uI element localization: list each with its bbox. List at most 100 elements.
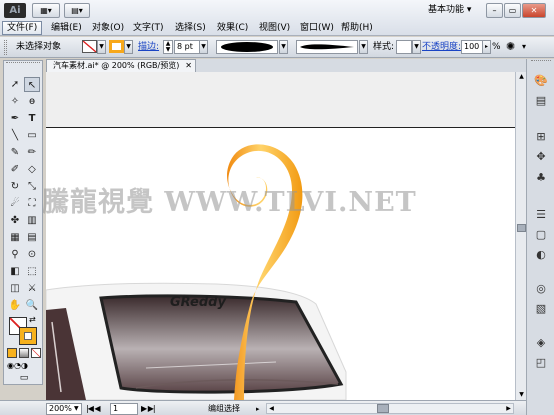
brushes-panel-icon[interactable]: ✥ — [533, 149, 549, 165]
hscrollbar-thumb[interactable] — [377, 404, 389, 413]
pen-tool-icon[interactable]: ✒ — [7, 111, 23, 126]
gradient-mode-icon[interactable] — [19, 348, 29, 358]
close-button[interactable]: ✕ — [522, 3, 546, 18]
warp-tool-icon[interactable]: ☄ — [7, 196, 23, 211]
opacity-input[interactable]: 100 — [461, 40, 483, 54]
prev-artboard-icon[interactable]: |◀ ◀ — [86, 403, 101, 415]
stroke-swatch[interactable] — [109, 40, 124, 53]
panel-menu-icon[interactable]: ▾ — [522, 40, 532, 54]
menu-type[interactable]: 文字(T) — [129, 21, 168, 35]
free-transform-tool-icon[interactable]: ⛶ — [24, 196, 40, 211]
stroke-label[interactable]: 描边: — [138, 41, 159, 53]
layers-panel-icon[interactable]: ◈ — [533, 335, 549, 351]
appearance-panel-icon[interactable]: ◎ — [533, 281, 549, 297]
menu-select[interactable]: 选择(S) — [171, 21, 210, 35]
color-mode-icon[interactable] — [7, 348, 17, 358]
symbol-sprayer-tool-icon[interactable]: ✤ — [7, 213, 23, 228]
arrange-documents-button[interactable]: ▤▾ — [64, 3, 90, 18]
rotate-tool-icon[interactable]: ↻ — [7, 179, 23, 194]
artboard-number-field[interactable]: 1 — [110, 403, 138, 415]
scroll-right-icon[interactable]: ▶ — [504, 404, 513, 413]
zoom-tool-icon[interactable]: 🔍 — [24, 298, 40, 313]
chevron-down-icon[interactable]: ▼ — [199, 40, 208, 54]
scroll-left-icon[interactable]: ◀ — [267, 404, 276, 413]
menu-object[interactable]: 对象(O) — [88, 21, 128, 35]
paintbrush-tool-icon[interactable]: ✎ — [7, 145, 23, 160]
gradient-tool-icon[interactable]: ▤ — [24, 230, 40, 245]
chevron-down-icon[interactable]: ▼ — [74, 403, 82, 415]
gradient-panel-icon[interactable]: ▢ — [533, 227, 549, 243]
scale-tool-icon[interactable]: ⤡ — [24, 179, 40, 194]
status-menu-icon[interactable]: ▸ — [256, 404, 264, 414]
live-paint-selection-tool-icon[interactable]: ⬚ — [24, 264, 40, 279]
pencil-tool-icon[interactable]: ✏ — [24, 145, 40, 160]
grip-handle[interactable] — [4, 40, 7, 55]
menu-window[interactable]: 窗口(W) — [296, 21, 338, 35]
menu-file[interactable]: 文件(F) — [2, 21, 43, 35]
line-tool-icon[interactable]: ╲ — [7, 128, 23, 143]
eyedropper-tool-icon[interactable]: ⚲ — [7, 247, 23, 262]
chevron-right-icon[interactable]: ▸ — [482, 40, 491, 54]
variable-width-profile[interactable] — [216, 40, 278, 54]
graphic-styles-panel-icon[interactable]: ▧ — [533, 301, 549, 317]
stroke-panel-icon[interactable]: ☰ — [533, 207, 549, 223]
menu-edit[interactable]: 编辑(E) — [47, 21, 86, 35]
document-tab[interactable]: 汽车素材.ai* @ 200% (RGB/预览) ✕ — [46, 59, 196, 72]
screen-mode-icon[interactable]: ▭ — [14, 373, 34, 383]
chevron-down-icon[interactable]: ▼ — [412, 40, 421, 54]
close-tab-icon[interactable]: ✕ — [185, 60, 192, 71]
workspace-switcher[interactable]: 基本功能 ▾ — [428, 3, 482, 18]
brush-definition[interactable] — [296, 40, 358, 54]
opacity-label[interactable]: 不透明度: — [422, 41, 461, 53]
bridge-button[interactable]: ▦▾ — [32, 3, 60, 18]
type-tool-icon[interactable]: T — [24, 111, 40, 126]
column-graph-tool-icon[interactable]: ▥ — [24, 213, 40, 228]
chevron-down-icon[interactable]: ▼ — [124, 40, 133, 54]
grip-handle[interactable] — [6, 62, 40, 67]
scroll-up-icon[interactable]: ▲ — [517, 72, 526, 82]
swatches-panel-icon[interactable]: ⊞ — [533, 129, 549, 145]
color-panel-icon[interactable]: 🎨 — [533, 73, 549, 89]
symbols-panel-icon[interactable]: ♣ — [533, 170, 549, 186]
menu-effect[interactable]: 效果(C) — [213, 21, 252, 35]
artboard-canvas[interactable]: GReddy — [46, 72, 515, 400]
lasso-tool-icon[interactable]: ɵ — [24, 94, 40, 109]
blob-brush-tool-icon[interactable]: ✐ — [7, 162, 23, 177]
stroke-color-box[interactable] — [19, 327, 37, 345]
transparency-panel-icon[interactable]: ◐ — [533, 247, 549, 263]
hand-tool-icon[interactable]: ✋ — [7, 298, 23, 313]
menu-view[interactable]: 视图(V) — [255, 21, 294, 35]
blend-tool-icon[interactable]: ⊙ — [24, 247, 40, 262]
live-paint-tool-icon[interactable]: ◧ — [7, 264, 23, 279]
stroke-stepper[interactable]: ▲ ▼ — [163, 40, 173, 54]
minimize-button[interactable]: – — [486, 3, 503, 18]
swap-fill-stroke-icon[interactable]: ⇄ — [29, 315, 36, 324]
selection-tool-icon[interactable]: ➚ — [7, 77, 23, 92]
chevron-down-icon[interactable]: ▼ — [279, 40, 288, 54]
mesh-tool-icon[interactable]: ▦ — [7, 230, 23, 245]
direct-selection-tool-icon[interactable]: ↖ — [24, 77, 40, 92]
chevron-down-icon[interactable]: ▼ — [359, 40, 368, 54]
color-guide-panel-icon[interactable]: ▤ — [533, 93, 549, 109]
rectangle-tool-icon[interactable]: ▭ — [24, 128, 40, 143]
vertical-scrollbar[interactable]: ▲ ▼ — [515, 72, 526, 400]
magic-wand-tool-icon[interactable]: ✧ — [7, 94, 23, 109]
slice-tool-icon[interactable]: ⚔ — [24, 281, 40, 296]
artboard-tool-icon[interactable]: ◫ — [7, 281, 23, 296]
scroll-down-icon[interactable]: ▼ — [517, 390, 526, 400]
restore-button[interactable]: ▭ — [504, 3, 521, 18]
artwork[interactable] — [46, 72, 515, 400]
none-mode-icon[interactable] — [31, 348, 41, 358]
grip-handle[interactable] — [531, 60, 551, 66]
draw-modes-icon[interactable]: ◉◔◑ — [7, 361, 41, 371]
recolor-artwork-icon[interactable]: ✺ — [506, 40, 520, 54]
horizontal-scrollbar[interactable]: ◀ ▶ — [266, 403, 514, 414]
graphic-style-swatch[interactable] — [396, 40, 412, 54]
next-artboard-icon[interactable]: ▶ ▶| — [141, 403, 156, 415]
eraser-tool-icon[interactable]: ◇ — [24, 162, 40, 177]
scrollbar-thumb[interactable] — [517, 224, 526, 232]
artboards-panel-icon[interactable]: ◰ — [533, 355, 549, 371]
chevron-down-icon[interactable]: ▼ — [97, 40, 106, 54]
menu-help[interactable]: 帮助(H) — [337, 21, 377, 35]
fill-swatch[interactable] — [82, 40, 97, 53]
